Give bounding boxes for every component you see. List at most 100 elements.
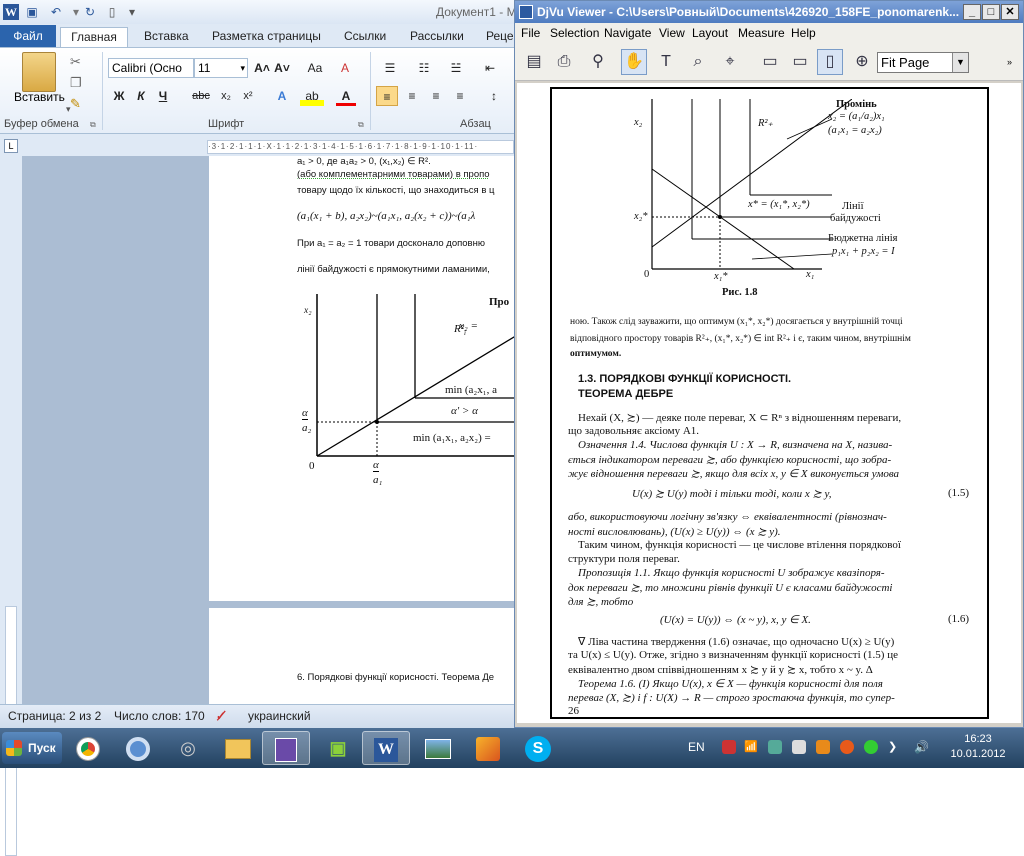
zoom-tool-icon[interactable]: ⌕ xyxy=(685,49,711,75)
tab-selector-icon[interactable]: L xyxy=(4,139,18,153)
status-page[interactable]: Страница: 2 из 2 xyxy=(8,709,101,723)
tray-icon[interactable] xyxy=(864,740,878,754)
tab-insert[interactable]: Вставка xyxy=(136,27,197,47)
cut-icon[interactable]: ✂ xyxy=(70,54,81,70)
tab-home[interactable]: Главная xyxy=(60,27,128,47)
underline-button[interactable]: Ч xyxy=(154,86,172,106)
menu-navigate[interactable]: Navigate xyxy=(604,26,651,40)
tray-icon[interactable] xyxy=(768,740,782,754)
superscript-button[interactable]: x² xyxy=(238,86,258,106)
single-page-icon[interactable]: ▭ xyxy=(757,49,783,75)
menu-measure[interactable]: Measure xyxy=(738,26,785,40)
align-right-icon[interactable]: ≡ xyxy=(426,86,446,106)
minimize-button[interactable]: _ xyxy=(963,4,981,20)
bullets-icon[interactable]: ☰ xyxy=(380,58,400,78)
djvu-document-view[interactable]: x₂ Промінь x₂ = (a₁/a₂)x₁ (a₁x₁ = a₂x₂) … xyxy=(517,83,1021,723)
save-icon[interactable]: ▣ xyxy=(24,4,40,20)
numbering-icon[interactable]: ☷ xyxy=(414,58,434,78)
math-app-taskbar-icon[interactable] xyxy=(464,731,512,765)
menu-help[interactable]: Help xyxy=(791,26,816,40)
document-page-2[interactable]: 6. Порядкові функції корисності. Теорема… xyxy=(209,608,514,704)
chrome-taskbar-icon[interactable] xyxy=(64,731,112,765)
print-icon[interactable]: ⎙ xyxy=(551,49,577,75)
font-launcher-icon[interactable]: ⧉ xyxy=(358,120,364,130)
djvu-title-bar[interactable]: DjVu Viewer - C:\Users\Ровный\Documents\… xyxy=(515,1,1023,23)
subscript-button[interactable]: x₂ xyxy=(216,86,236,106)
skype-taskbar-icon[interactable]: S xyxy=(514,731,562,765)
align-center-icon[interactable]: ≡ xyxy=(402,86,422,106)
proofing-icon[interactable]: ✓̸ xyxy=(216,709,226,723)
line-spacing-icon[interactable]: ↕ xyxy=(484,86,504,106)
align-left-icon[interactable]: ≡ xyxy=(376,86,398,106)
word-taskbar-icon[interactable]: W xyxy=(362,731,410,765)
highlight-icon[interactable]: ab xyxy=(300,86,324,106)
close-button[interactable]: ✕ xyxy=(1001,4,1019,20)
format-painter-icon[interactable]: ✎ xyxy=(70,96,81,112)
document-area[interactable]: a₁ > 0, де a₁a₂ > 0, (x₁,x₂) ∈ R². (або … xyxy=(22,156,514,704)
hand-tool-icon[interactable]: ✋ xyxy=(621,49,647,75)
text-effects-icon[interactable]: A xyxy=(272,86,292,106)
continuous-page-icon[interactable]: ▭ xyxy=(787,49,813,75)
menu-file[interactable]: File xyxy=(521,26,540,40)
status-words[interactable]: Число слов: 170 xyxy=(114,709,205,723)
text-select-icon[interactable]: T xyxy=(653,49,679,75)
tab-references[interactable]: Ссылки xyxy=(336,27,394,47)
clipboard-launcher-icon[interactable]: ⧉ xyxy=(90,120,96,130)
find-icon[interactable]: ⚲ xyxy=(585,49,611,75)
clear-formatting-button[interactable]: A xyxy=(334,58,356,78)
bold-button[interactable]: Ж xyxy=(110,86,128,106)
rect-select-icon[interactable]: ⌖ xyxy=(717,49,743,75)
customize-qat-icon[interactable]: ▾ xyxy=(124,4,140,20)
paste-button[interactable]: Вставить xyxy=(14,90,65,104)
font-color-icon[interactable]: A xyxy=(336,86,356,106)
decrease-indent-icon[interactable]: ⇤ xyxy=(480,58,500,78)
sound-app-taskbar-icon[interactable]: ◎ xyxy=(164,731,212,765)
font-name-combo[interactable]: Calibri (Осно xyxy=(108,58,194,78)
change-case-button[interactable]: Aa xyxy=(302,58,328,78)
tab-page-layout[interactable]: Разметка страницы xyxy=(204,27,329,47)
status-language[interactable]: украинский xyxy=(248,709,311,723)
italic-button[interactable]: К xyxy=(132,86,150,106)
explorer-taskbar-icon[interactable] xyxy=(214,731,262,765)
chromium-taskbar-icon[interactable] xyxy=(114,731,162,765)
clock[interactable]: 16:23 10.01.2012 xyxy=(948,732,1008,762)
zoom-combo[interactable]: Fit Page ▼ xyxy=(877,52,969,73)
font-size-combo[interactable]: 11 ▾ xyxy=(194,58,248,78)
vertical-ruler[interactable] xyxy=(0,156,22,856)
zoom-dropdown-icon[interactable]: ▼ xyxy=(952,53,968,72)
new-document-icon[interactable]: ▯ xyxy=(104,4,120,20)
grow-font-button[interactable]: A˄ xyxy=(252,58,272,78)
horizontal-ruler[interactable]: ·3·1·2·1·1·1·Ⅹ·1·1·2·1·3·1·4·1·5·1·6·1·7… xyxy=(207,140,514,154)
word-logo-icon[interactable]: W xyxy=(3,4,19,20)
tab-file[interactable]: Файл xyxy=(0,25,56,47)
battery-tray-icon[interactable] xyxy=(792,740,806,754)
shrink-font-button[interactable]: A˅ xyxy=(272,58,292,78)
tray-icon[interactable] xyxy=(816,740,830,754)
menu-view[interactable]: View xyxy=(659,26,685,40)
strikethrough-button[interactable]: abc xyxy=(190,86,212,106)
start-button[interactable]: Пуск xyxy=(2,732,62,764)
undo-icon[interactable]: ↶ xyxy=(48,4,64,20)
copy-icon[interactable]: ❐ xyxy=(70,75,82,91)
save-icon[interactable]: ▤ xyxy=(521,49,547,75)
fit-page-icon[interactable]: ▯ xyxy=(817,49,843,75)
tab-mailings[interactable]: Рассылки xyxy=(402,27,472,47)
font-size-dropdown-icon[interactable]: ▾ xyxy=(240,59,245,77)
menu-selection[interactable]: Selection xyxy=(550,26,599,40)
djvu-page[interactable]: x₂ Промінь x₂ = (a₁/a₂)x₁ (a₁x₁ = a₂x₂) … xyxy=(550,87,989,719)
zoom-in-icon[interactable]: ⊕ xyxy=(849,49,875,75)
paste-icon[interactable] xyxy=(22,52,56,92)
menu-layout[interactable]: Layout xyxy=(692,26,728,40)
app-taskbar-icon[interactable]: ▣ xyxy=(314,731,362,765)
toolbar-overflow-icon[interactable]: » xyxy=(1007,57,1012,67)
network-tray-icon[interactable]: 📶 xyxy=(744,740,758,754)
volume-tray-icon[interactable]: 🔊 xyxy=(914,740,929,754)
multilevel-list-icon[interactable]: ☱ xyxy=(446,58,466,78)
maximize-button[interactable]: □ xyxy=(982,4,1000,20)
tray-icon[interactable] xyxy=(840,740,854,754)
tray-expand-icon[interactable]: ❯ xyxy=(888,740,902,754)
photo-viewer-taskbar-icon[interactable] xyxy=(414,731,462,765)
justify-icon[interactable]: ≡ xyxy=(450,86,470,106)
antivirus-tray-icon[interactable] xyxy=(722,740,736,754)
redo-icon[interactable]: ↻ xyxy=(82,4,98,20)
